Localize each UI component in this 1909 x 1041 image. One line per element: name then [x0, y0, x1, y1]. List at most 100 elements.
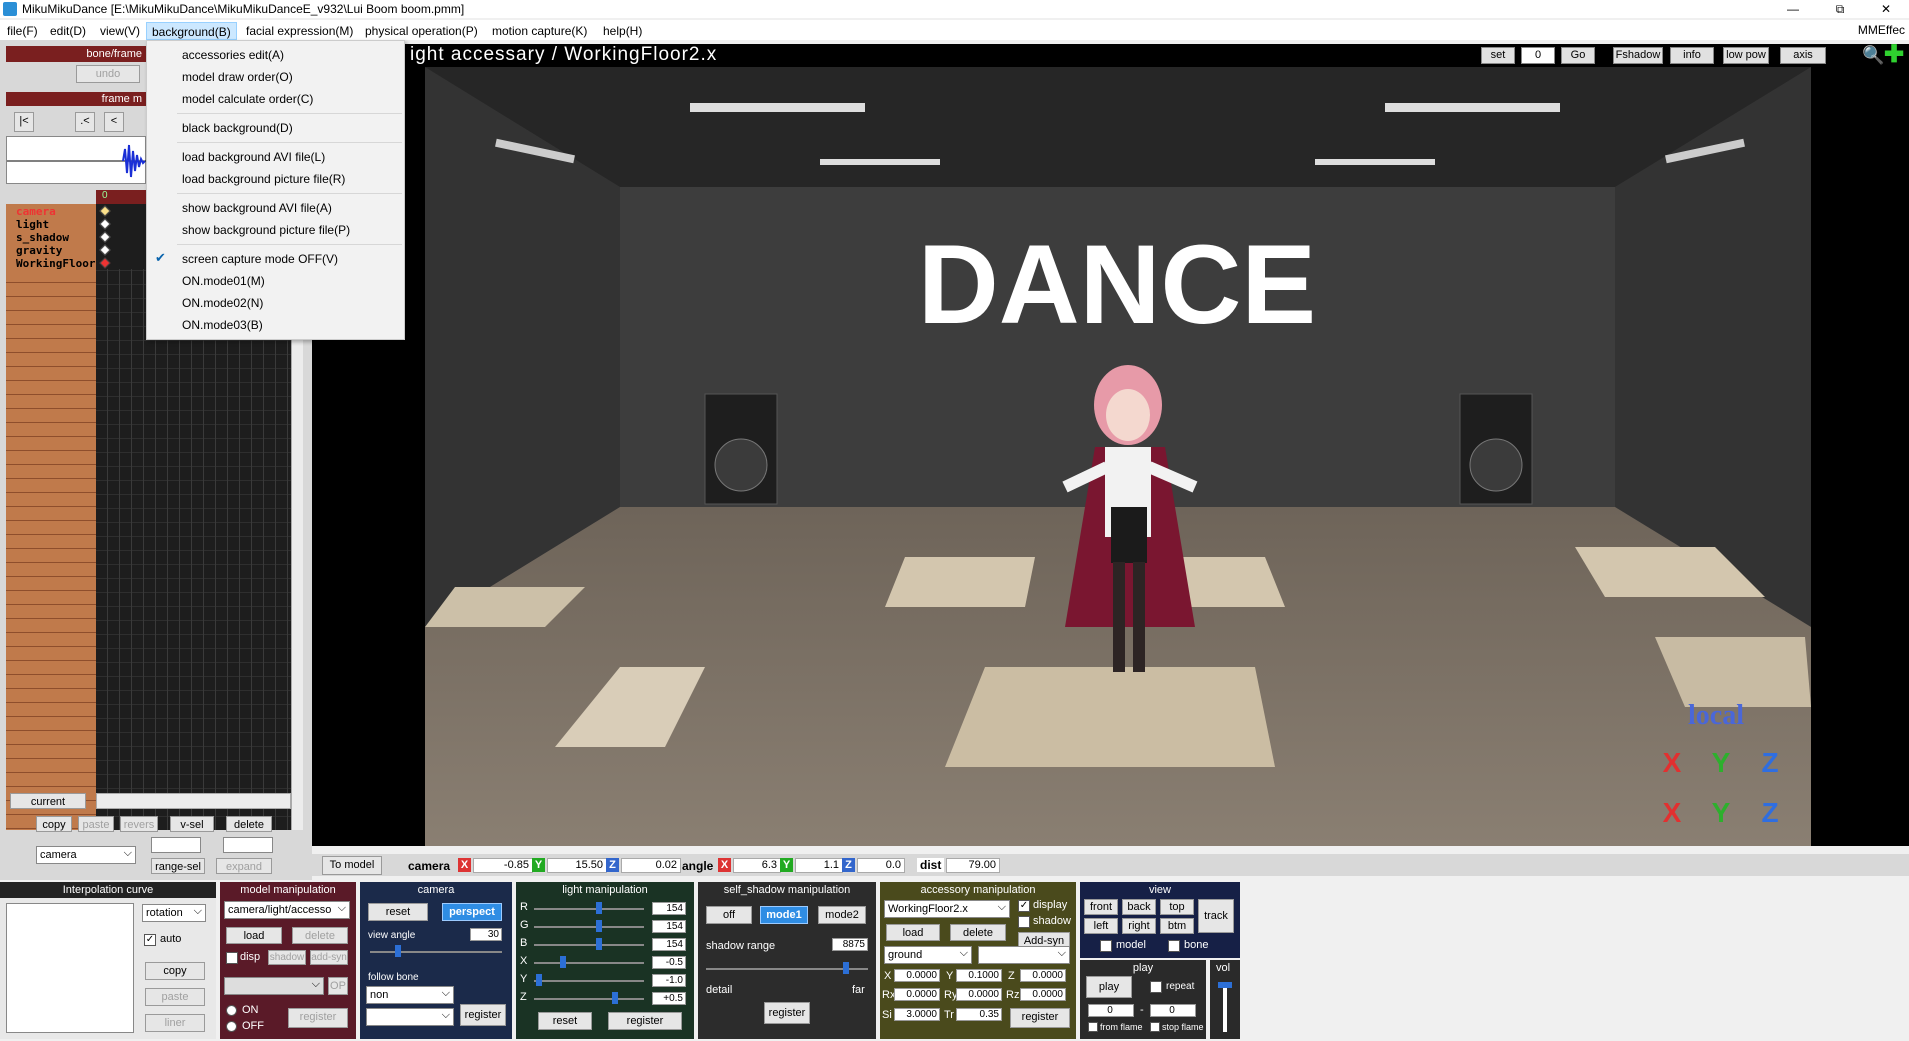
acc-ry-field[interactable]: 0.0000	[956, 988, 1002, 1001]
light-r-value[interactable]: 154	[652, 902, 686, 915]
move-x-icon[interactable]: X	[1653, 797, 1691, 829]
shadow-mode2-button[interactable]: mode2	[818, 906, 866, 924]
follow-bone-select[interactable]: non	[366, 985, 454, 1004]
range-start-input[interactable]	[151, 837, 201, 853]
range-sel-button[interactable]: range-sel	[151, 858, 205, 874]
on-radio[interactable]	[226, 1005, 237, 1016]
interp-copy-button[interactable]: copy	[145, 962, 205, 980]
menu-on-mode03[interactable]: ON.mode03(B)	[147, 315, 404, 335]
set-button[interactable]: set	[1481, 47, 1515, 64]
interpolation-select[interactable]: rotation	[142, 903, 206, 922]
ground-bone-select[interactable]	[978, 945, 1070, 964]
display-checkbox[interactable]: ✓	[1018, 900, 1030, 912]
acc-y-field[interactable]: 0.1000	[956, 969, 1002, 982]
expand-button[interactable]: expand	[216, 858, 272, 874]
model-shadow-button[interactable]: shadow	[268, 950, 306, 965]
acc-tr-field[interactable]: 0.35	[956, 1008, 1002, 1021]
light-register-button[interactable]: register	[608, 1012, 682, 1030]
light-z-value[interactable]: +0.5	[652, 992, 686, 1005]
menu-physical-operation[interactable]: physical operation(P)	[360, 22, 483, 40]
menu-edit[interactable]: edit(D)	[45, 22, 91, 40]
model-register-button[interactable]: register	[288, 1008, 348, 1028]
model-delete-button[interactable]: delete	[292, 927, 348, 944]
revers-button[interactable]: revers	[120, 816, 158, 832]
menu-view[interactable]: view(V)	[95, 22, 145, 40]
delete-button[interactable]: delete	[226, 816, 272, 832]
3d-viewport[interactable]: DANCE	[425, 67, 1811, 846]
auto-checkbox[interactable]: ✓	[144, 934, 156, 946]
accessory-register-button[interactable]: register	[1010, 1008, 1070, 1028]
timeline-grid[interactable]	[96, 269, 291, 830]
move-y-icon[interactable]: Y	[1702, 797, 1740, 829]
model-select[interactable]: camera/light/accesso	[224, 900, 350, 919]
repeat-checkbox[interactable]	[1150, 981, 1162, 993]
light-b-slider-thumb[interactable]	[596, 938, 602, 950]
play-to-field[interactable]: 0	[1150, 1004, 1196, 1017]
angle-x-field[interactable]: 6.3	[733, 858, 781, 873]
keyframe-s-shadow[interactable]	[99, 231, 111, 243]
range-end-input[interactable]	[223, 837, 273, 853]
volume-slider[interactable]	[1223, 982, 1227, 1032]
play-from-field[interactable]: 0	[1088, 1004, 1134, 1017]
light-g-slider-thumb[interactable]	[596, 920, 602, 932]
close-button[interactable]: ✕	[1863, 0, 1909, 18]
follow-target-select[interactable]	[366, 1007, 454, 1026]
camera-register-button[interactable]: register	[460, 1004, 506, 1026]
shadow-range-slider-thumb[interactable]	[843, 962, 849, 974]
axis-button[interactable]: axis	[1780, 47, 1826, 64]
menu-motion-capture[interactable]: motion capture(K)	[487, 22, 592, 40]
acc-rz-field[interactable]: 0.0000	[1020, 988, 1066, 1001]
move-icon[interactable]: ✚	[1884, 43, 1906, 67]
light-r-slider[interactable]	[534, 908, 644, 910]
menu-accessories-edit[interactable]: accessories edit(A)	[147, 45, 404, 65]
light-y-slider[interactable]	[534, 980, 644, 982]
prev-frame-button[interactable]: <	[104, 112, 124, 132]
fshadow-button[interactable]: Fshadow	[1613, 47, 1663, 64]
angle-z-field[interactable]: 0.0	[857, 858, 905, 873]
interp-paste-button[interactable]: paste	[145, 988, 205, 1006]
acc-z-field[interactable]: 0.0000	[1020, 969, 1066, 982]
acc-shadow-checkbox[interactable]	[1018, 916, 1030, 928]
keyframe-camera[interactable]	[99, 205, 111, 217]
accessory-delete-button[interactable]: delete	[950, 924, 1006, 941]
shadow-off-button[interactable]: off	[706, 906, 752, 924]
rotate-x-icon[interactable]: X	[1653, 747, 1691, 779]
view-angle-slider[interactable]	[370, 951, 502, 953]
light-b-value[interactable]: 154	[652, 938, 686, 951]
frame-input[interactable]: 0	[1521, 47, 1555, 64]
light-g-value[interactable]: 154	[652, 920, 686, 933]
interp-liner-button[interactable]: liner	[145, 1014, 205, 1032]
paste-button[interactable]: paste	[78, 816, 114, 832]
accessory-load-button[interactable]: load	[886, 924, 940, 941]
menu-help[interactable]: help(H)	[598, 22, 647, 40]
camera-z-field[interactable]: 0.02	[621, 858, 681, 873]
view-model-checkbox[interactable]	[1100, 940, 1112, 952]
track-camera[interactable]: camera	[16, 205, 56, 218]
menu-model-draw-order[interactable]: model draw order(O)	[147, 67, 404, 87]
disp-checkbox[interactable]	[226, 952, 238, 964]
go-button[interactable]: Go	[1561, 47, 1595, 64]
copy-button[interactable]: copy	[36, 816, 72, 832]
menu-background[interactable]: background(B)	[146, 22, 237, 40]
prev-key-button[interactable]: .<	[75, 112, 95, 132]
view-top-button[interactable]: top	[1160, 899, 1194, 915]
mode-select[interactable]: camera	[36, 845, 136, 864]
zoom-icon[interactable]: 🔍	[1862, 45, 1884, 65]
keyframe-light[interactable]	[99, 218, 111, 230]
undo-button[interactable]: undo	[76, 65, 140, 83]
view-right-button[interactable]: right	[1122, 918, 1156, 934]
light-x-slider-thumb[interactable]	[560, 956, 566, 968]
volume-slider-thumb[interactable]	[1218, 982, 1232, 988]
light-x-value[interactable]: -0.5	[652, 956, 686, 969]
light-g-slider[interactable]	[534, 926, 644, 928]
timeline-hscroll[interactable]	[96, 793, 291, 809]
view-btm-button[interactable]: btm	[1160, 918, 1194, 934]
view-left-button[interactable]: left	[1084, 918, 1118, 934]
off-radio[interactable]	[226, 1021, 237, 1032]
light-y-slider-thumb[interactable]	[536, 974, 542, 986]
menu-model-calculate-order[interactable]: model calculate order(C)	[147, 89, 404, 109]
acc-x-field[interactable]: 0.0000	[894, 969, 940, 982]
model-bone-select[interactable]	[224, 976, 324, 995]
light-r-slider-thumb[interactable]	[596, 902, 602, 914]
light-z-slider[interactable]	[534, 998, 644, 1000]
